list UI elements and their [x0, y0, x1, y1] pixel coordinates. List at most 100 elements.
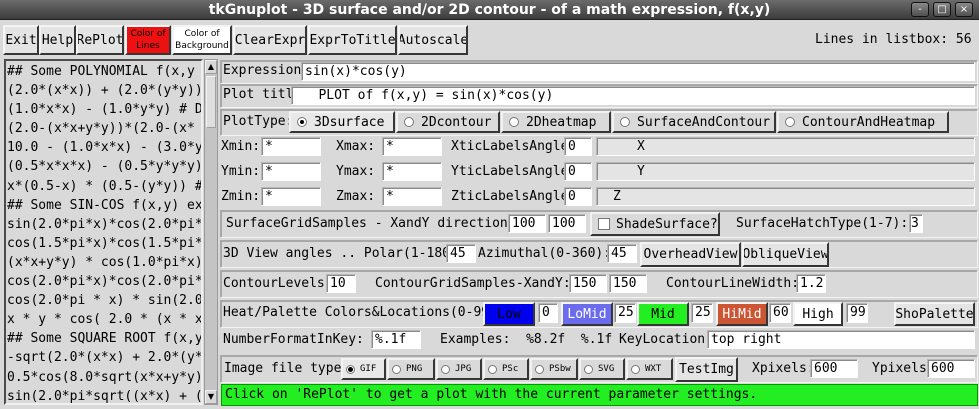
listbox-item[interactable]: -sqrt(2.0*(x*x) + 2.0*(y*: [7, 348, 201, 367]
radio-icon: [535, 364, 544, 374]
xpixels-input[interactable]: 600: [810, 359, 858, 378]
scroll-up-icon[interactable]: ▲: [205, 60, 217, 74]
listbox-item[interactable]: cos(2.0*pi * x) * sin(2.0: [7, 291, 201, 310]
palette-mid-button[interactable]: Mid: [637, 302, 689, 326]
palette-mid-location-input[interactable]: 25: [691, 303, 713, 323]
ymax-input[interactable]: *: [382, 162, 442, 181]
clear-expr-button[interactable]: ClearExpr: [233, 25, 307, 55]
scroll-down-icon[interactable]: ▼: [205, 390, 217, 404]
contour-levels-input[interactable]: 10: [326, 274, 356, 293]
palette-lomid-button[interactable]: LoMid: [561, 302, 613, 326]
listbox-item[interactable]: ## Some POLYNOMIAL f(x,y: [7, 62, 201, 81]
radio-selected-icon: [297, 117, 307, 127]
xmax-input[interactable]: *: [382, 137, 442, 156]
expression-input[interactable]: sin(x)*cos(y): [301, 62, 975, 81]
ymin-input[interactable]: *: [261, 162, 321, 181]
expr-to-title-button[interactable]: ExprToTitle: [308, 25, 397, 55]
radio-gif[interactable]: GIF: [341, 358, 386, 380]
contour-grid-x-input[interactable]: 150: [569, 274, 607, 293]
zmin-input[interactable]: *: [261, 187, 321, 206]
radio-2dcontour[interactable]: 2Dcontour: [396, 111, 500, 133]
close-icon[interactable]: ×: [955, 2, 973, 17]
hatch-type-input[interactable]: 3: [909, 214, 923, 233]
surface-grid-y-input[interactable]: 100: [548, 214, 586, 233]
color-of-lines-button[interactable]: Color of Lines: [125, 25, 171, 55]
listbox-item[interactable]: x * y * cos( 2.0 * (x * x: [7, 310, 201, 329]
test-img-button[interactable]: TestImg: [675, 357, 738, 382]
radio-icon: [584, 364, 593, 374]
listbox-item[interactable]: sin(2.0*pi*x)*cos(2.0*pi*: [7, 215, 201, 234]
palette-lomid-location-input[interactable]: 25: [614, 303, 636, 323]
radio-icon: [631, 364, 640, 374]
minimize-icon[interactable]: -: [911, 2, 929, 17]
radio-svg-label: SVG: [598, 364, 615, 374]
sho-palette-button[interactable]: ShoPalette: [894, 302, 975, 326]
palette-high-location-input[interactable]: 99: [846, 303, 868, 323]
color-of-background-button[interactable]: Color of Background: [172, 25, 232, 55]
radio-psbw[interactable]: PSbw: [530, 358, 578, 380]
listbox-item[interactable]: sin(2.0*pi*sqrt((x*x) + (: [7, 387, 201, 403]
exit-button[interactable]: Exit: [3, 25, 39, 55]
radio-svg[interactable]: SVG: [579, 358, 625, 380]
y-axis-label-input[interactable]: Y: [596, 162, 975, 181]
palette-low-location-input[interactable]: 0: [538, 303, 558, 323]
azimuthal-label: Azimuthal(0-360):: [478, 246, 612, 261]
ztic-angle-input[interactable]: 0: [564, 187, 592, 206]
help-button[interactable]: Help: [39, 25, 76, 55]
status-message: Click on 'RePlot' to get a plot with the…: [221, 384, 978, 406]
number-format-input[interactable]: %.1f: [371, 330, 421, 349]
listbox-item[interactable]: 0.5*cos(8.0*sqrt(x*x+y*y): [7, 368, 201, 387]
palette-low-button[interactable]: Low: [483, 302, 535, 326]
radio-psc[interactable]: PSc: [483, 358, 529, 380]
palette-himid-button[interactable]: HiMid: [716, 302, 768, 326]
listbox-item[interactable]: x*(0.5-x) * (0.5-(y*y)) #: [7, 177, 201, 196]
ytic-angle-input[interactable]: 0: [564, 162, 592, 181]
xtic-angle-input[interactable]: 0: [564, 137, 592, 156]
listbox-item[interactable]: (0.5*x*x*x) - (0.5*y*y*y): [7, 157, 201, 176]
polar-input[interactable]: 45: [446, 244, 476, 263]
replot-button[interactable]: RePlot: [76, 25, 124, 55]
radio-icon: [441, 364, 450, 374]
palette-high-button[interactable]: High: [793, 302, 843, 326]
azimuthal-input[interactable]: 45: [607, 244, 637, 263]
oblique-view-button[interactable]: ObliqueView: [742, 242, 829, 267]
shade-surface-checkbox[interactable]: ShadeSurface?: [590, 212, 720, 236]
surface-grid-x-input[interactable]: 100: [508, 214, 546, 233]
listbox-item[interactable]: ## Some SIN-COS f(x,y) ex: [7, 196, 201, 215]
color-of-lines-label-1: Color of: [130, 29, 166, 39]
radio-jpg[interactable]: JPG: [436, 358, 482, 380]
contour-width-input[interactable]: 1.2: [796, 274, 826, 293]
listbox-item[interactable]: (x*x+y*y) * cos(1.0*pi*x): [7, 253, 201, 272]
ypixels-input[interactable]: 600: [927, 359, 975, 378]
listbox-scrollbar[interactable]: ▲ ▼: [204, 59, 218, 405]
plot-title-input[interactable]: PLOT of f(x,y) = sin(x)*cos(y): [291, 86, 975, 105]
scrollbar-thumb[interactable]: [206, 76, 216, 128]
expression-label: Expression:: [223, 63, 310, 78]
ypixels-label: Ypixels:: [872, 361, 935, 376]
radio-surface-and-contour[interactable]: SurfaceAndContour: [612, 111, 776, 133]
x-axis-label-input[interactable]: X: [596, 137, 975, 156]
radio-wxt[interactable]: WXT: [626, 358, 673, 380]
autoscale-button[interactable]: Autoscale: [398, 25, 468, 55]
key-location-input[interactable]: top right: [707, 330, 975, 349]
z-axis-label-input[interactable]: Z: [596, 187, 975, 206]
listbox-item[interactable]: 10.0 - (1.0*x*x) - (3.0*y: [7, 138, 201, 157]
listbox-item[interactable]: ## Some SQUARE ROOT f(x,y: [7, 329, 201, 348]
contour-grid-y-input[interactable]: 150: [609, 274, 647, 293]
overhead-view-button[interactable]: OverheadView: [640, 242, 741, 267]
radio-2dheatmap[interactable]: 2Dheatmap: [501, 111, 611, 133]
expression-listbox[interactable]: ## Some POLYNOMIAL f(x,y (2.0*(x*x)) + (2…: [4, 59, 203, 405]
listbox-item[interactable]: (2.0-(x*x+y*y))*(2.0-(x*: [7, 119, 201, 138]
radio-png[interactable]: PNG: [387, 358, 435, 380]
radio-contour-and-heatmap[interactable]: ContourAndHeatmap: [777, 111, 949, 133]
listbox-item[interactable]: cos(1.5*pi*x)*cos(1.5*pi*: [7, 234, 201, 253]
listbox-item[interactable]: (2.0*(x*x)) + (2.0*(y*y)): [7, 81, 201, 100]
xmin-input[interactable]: *: [261, 137, 321, 156]
listbox-item[interactable]: cos(2.0*pi*x)*cos(2.0*pi*: [7, 272, 201, 291]
listbox-item[interactable]: (1.0*x*x) - (1.0*y*y) # D: [7, 100, 201, 119]
maximize-icon[interactable]: □: [933, 2, 951, 17]
color-of-background-label-1: Color of: [184, 29, 220, 39]
zmax-input[interactable]: *: [382, 187, 442, 206]
radio-3dsurface[interactable]: 3Dsurface: [289, 111, 395, 133]
palette-himid-location-input[interactable]: 60: [769, 303, 791, 323]
